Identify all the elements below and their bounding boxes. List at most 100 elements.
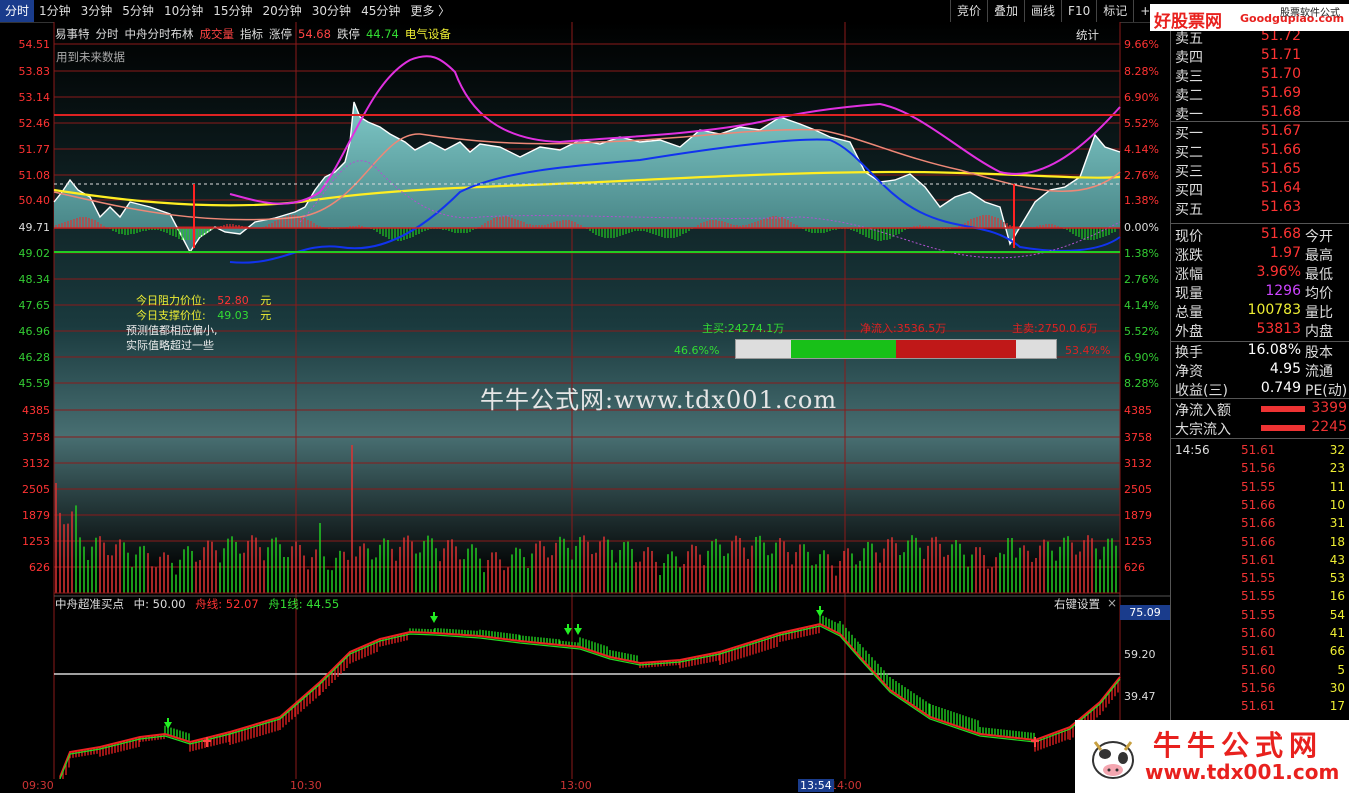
volume-tick-right: 4385 (1124, 404, 1152, 417)
quote-value: 1.97 (1269, 245, 1301, 261)
tick-row: 51.66 31 (1175, 516, 1349, 534)
close-icon[interactable]: × (1107, 596, 1117, 610)
volume-tick-right: 1253 (1124, 535, 1152, 548)
sell-arrow-icon (430, 612, 438, 623)
tool-button-2[interactable]: 画线 (1024, 0, 1061, 22)
tool-button-3[interactable]: F10 (1061, 0, 1096, 22)
tick-volume: 11 (1329, 479, 1345, 494)
tick-price: 51.61 (1241, 644, 1276, 659)
volume-tick-right: 3132 (1124, 457, 1152, 470)
tool-button-4[interactable]: 标记 (1096, 0, 1133, 22)
quote-label: 外盘 (1175, 324, 1203, 340)
flow-value: 2245 (1311, 419, 1347, 435)
tab-period-3[interactable]: 5分钟 (117, 0, 159, 22)
tick-row: 51.55 16 (1175, 589, 1349, 607)
tick-price: 51.56 (1241, 680, 1276, 695)
order-price: 51.67 (1260, 123, 1301, 139)
sub-axis-tick: 39.47 (1124, 690, 1156, 703)
quote-label-2: 最低 (1305, 267, 1333, 283)
tab-period-9[interactable]: 更多 〉 (405, 0, 455, 22)
panel-separator (1171, 438, 1349, 439)
sell-arrow-icon (816, 606, 824, 617)
prediction-note-2: 实际值略超过一些 (126, 339, 214, 352)
support-resistance-box: 今日阻力价位: 52.80 元 今日支撑价位: 49.03 元 预测值都相应偏小… (126, 293, 271, 353)
tab-period-8[interactable]: 45分钟 (356, 0, 405, 22)
time-tick: 09:30 (22, 779, 54, 792)
ask-row: 卖三 51.70 (1175, 66, 1347, 85)
flow-bar-sell (896, 340, 1016, 358)
tick-volume: 17 (1329, 699, 1345, 714)
order-label: 买一 (1175, 126, 1203, 142)
tab-period-7[interactable]: 30分钟 (307, 0, 356, 22)
price-tick-right: 9.66% (1124, 38, 1159, 51)
quote-value: 51.68 (1260, 226, 1301, 242)
quote-row: 涨幅 3.96% 最低 (1175, 264, 1349, 283)
tab-period-2[interactable]: 3分钟 (76, 0, 118, 22)
order-label: 买五 (1175, 202, 1203, 218)
time-tick: 10:30 (290, 779, 322, 792)
tool-button-0[interactable]: 竞价 (950, 0, 987, 22)
fundamental-label: 净资 (1175, 364, 1203, 380)
bottom-logo-title: 牛牛公式网 (1153, 729, 1324, 762)
header-item-4: 指标 (240, 27, 263, 41)
tick-volume: 16 (1329, 589, 1345, 604)
order-separator (1171, 121, 1349, 122)
price-tick-right: 5.52% (1124, 117, 1159, 130)
header-item-8: 44.74 (365, 27, 399, 41)
order-label: 卖三 (1175, 69, 1203, 85)
fundamental-label-2: PE(动) (1305, 383, 1348, 399)
flow-bar-buy (791, 340, 896, 358)
order-price: 51.64 (1260, 180, 1301, 196)
tick-price: 51.66 (1241, 516, 1276, 531)
tick-volume: 41 (1329, 626, 1345, 640)
price-tick-left: 47.65 (19, 299, 51, 312)
resistance-row: 今日阻力价位: 52.80 元 (126, 293, 271, 308)
tab-period-4[interactable]: 10分钟 (159, 0, 208, 22)
boat1-line (59, 625, 1121, 779)
fundamental-label: 换手 (1175, 345, 1203, 361)
bid-row: 买五 51.63 (1175, 199, 1347, 218)
stats-button[interactable]: 统计 (1076, 27, 1099, 43)
flow-label: 净流入额 (1175, 403, 1231, 419)
tab-period-1[interactable]: 1分钟 (34, 0, 76, 22)
price-tick-left: 48.34 (19, 273, 51, 286)
order-label: 买三 (1175, 164, 1203, 180)
tool-button-1[interactable]: 叠加 (987, 0, 1024, 22)
header-item-0: 易事特 (55, 27, 90, 41)
watermark-text: 牛牛公式网:www.tdx001.com (480, 386, 838, 414)
header-item-2: 中舟分时布林 (124, 27, 194, 41)
tick-price: 51.55 (1241, 607, 1276, 622)
right-click-settings[interactable]: 右键设置 (1054, 596, 1100, 612)
order-price: 51.63 (1260, 199, 1301, 215)
header-item-5: 涨停 (269, 27, 292, 41)
tick-volume: 18 (1329, 534, 1345, 549)
volume-tick-left: 3758 (22, 431, 50, 444)
price-tick-right: 0.00% (1124, 221, 1159, 234)
chart-header: 易事特 分时 中舟分时布林 成交量 指标 涨停 54.68 跌停 44.74 电气设备 (55, 26, 457, 42)
tab-period-0[interactable]: 分时 (0, 0, 35, 22)
flow-value: 3399 (1311, 400, 1347, 416)
sell-arrow-icon (574, 624, 582, 635)
bottom-logo[interactable]: 牛牛公式网 www.tdx001.com (1075, 720, 1349, 793)
header-item-1: 分时 (95, 27, 119, 41)
tab-period-6[interactable]: 20分钟 (258, 0, 307, 22)
period-tabs: 分时 1分钟 3分钟 5分钟 10分钟 15分钟 20分钟 30分钟 45分钟 更多 〉 (0, 0, 455, 22)
sell-arrow-icon (564, 624, 572, 635)
price-tick-left: 49.02 (19, 247, 51, 260)
cursor-time-label: 13:54 (798, 779, 834, 792)
support-value: 49.03 (217, 309, 249, 322)
quote-label-2: 最高 (1305, 248, 1333, 264)
quote-row: 现量 1296 均价 (1175, 283, 1349, 302)
tick-row: 51.66 18 (1175, 535, 1349, 553)
future-data-note: 用到未来数据 (56, 50, 125, 64)
sub-axis-tick: 59.20 (1124, 648, 1156, 661)
tick-volume: 23 (1329, 461, 1345, 476)
sub-indicator-header: 中舟超准买点 中: 50.00 舟线: 52.07 舟1线: 44.55 (55, 596, 339, 612)
fundamental-label-2: 流通 (1305, 364, 1333, 380)
tick-price: 51.61 (1241, 552, 1276, 567)
tab-period-5[interactable]: 15分钟 (208, 0, 257, 22)
quote-label-2: 内盘 (1305, 324, 1333, 340)
brand-badge[interactable]: 好股票网 Goodgupiao.com 股票软件公式 (1150, 4, 1349, 32)
price-tick-left: 54.51 (19, 38, 51, 51)
tick-price: 51.61 (1241, 443, 1276, 457)
